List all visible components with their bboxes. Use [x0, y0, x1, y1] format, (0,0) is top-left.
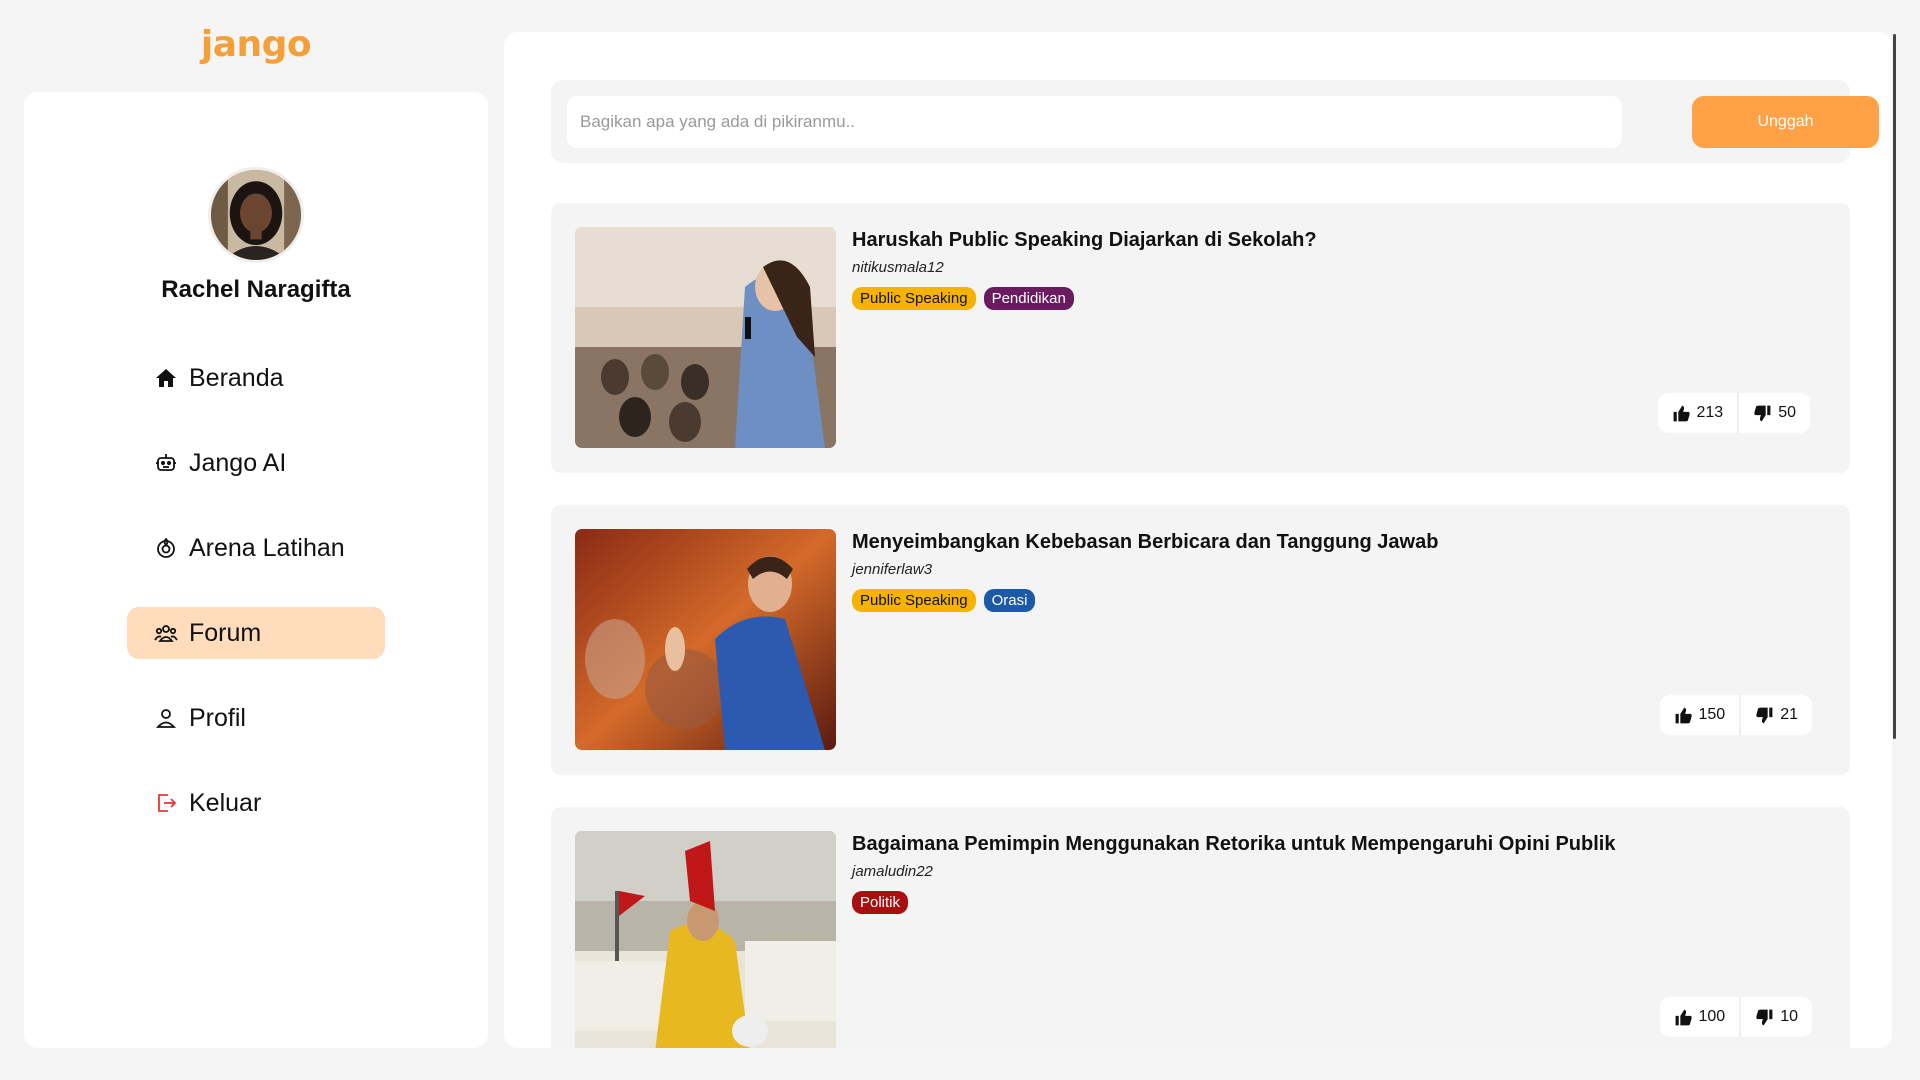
target-icon	[153, 535, 179, 561]
logout-icon	[153, 790, 179, 816]
sidebar-item-jango-ai[interactable]: Jango AI	[127, 437, 385, 489]
thumbs-up-icon	[1673, 405, 1690, 421]
post-author[interactable]: nitikusmala12	[852, 259, 944, 276]
home-icon	[153, 365, 179, 391]
tag-pendidikan[interactable]: Pendidikan	[983, 287, 1074, 310]
vote-group: 150 21	[1659, 695, 1812, 735]
main-scrollbar[interactable]	[1893, 34, 1896, 739]
sidebar-item-label: Arena Latihan	[189, 533, 345, 562]
sidebar-item-label: Jango AI	[189, 448, 287, 477]
sidebar-item-forum[interactable]: Forum	[127, 607, 385, 659]
forum-post[interactable]: Haruskah Public Speaking Diajarkan di Se…	[551, 203, 1850, 473]
upload-button[interactable]: Unggah	[1692, 96, 1879, 148]
sidebar-item-label: Beranda	[189, 363, 284, 392]
like-button[interactable]: 213	[1658, 393, 1738, 433]
post-thumbnail[interactable]	[575, 831, 836, 1048]
tag-public-speaking[interactable]: Public Speaking	[852, 287, 976, 310]
sidebar: Rachel Naragifta Beranda Jango AI Arena …	[24, 92, 488, 1048]
app-logo[interactable]: jango	[24, 24, 488, 74]
sidebar-item-arena-latihan[interactable]: Arena Latihan	[127, 522, 385, 574]
sidebar-item-label: Keluar	[189, 788, 262, 817]
post-thumbnail[interactable]	[575, 529, 836, 750]
tag-public-speaking[interactable]: Public Speaking	[852, 589, 976, 612]
dislike-button[interactable]: 50	[1737, 393, 1810, 433]
post-author[interactable]: jenniferlaw3	[852, 561, 932, 578]
post-input[interactable]	[567, 96, 1622, 148]
sidebar-item-label: Profil	[189, 703, 246, 732]
post-composer: Unggah	[551, 80, 1879, 163]
dislike-count: 10	[1780, 1008, 1798, 1025]
sidebar-nav: Beranda Jango AI Arena Latihan Forum Pro…	[127, 352, 385, 862]
like-count: 213	[1696, 404, 1724, 421]
sidebar-item-keluar[interactable]: Keluar	[127, 777, 385, 829]
post-tags: Public Speaking Orasi	[852, 589, 1036, 612]
user-name: Rachel Naragifta	[161, 276, 351, 303]
robot-icon	[153, 450, 179, 476]
dislike-button[interactable]: 10	[1739, 997, 1812, 1037]
post-title[interactable]: Haruskah Public Speaking Diajarkan di Se…	[852, 229, 1317, 252]
like-count: 150	[1698, 706, 1726, 723]
sidebar-item-profil[interactable]: Profil	[127, 692, 385, 744]
post-tags: Public Speaking Pendidikan	[852, 287, 1074, 310]
vote-group: 100 10	[1659, 997, 1812, 1037]
dislike-count: 50	[1778, 404, 1796, 421]
post-title[interactable]: Menyeimbangkan Kebebasan Berbicara dan T…	[852, 531, 1438, 554]
like-count: 100	[1698, 1008, 1726, 1025]
users-icon	[153, 620, 179, 646]
dislike-button[interactable]: 21	[1739, 695, 1812, 735]
tag-orasi[interactable]: Orasi	[983, 589, 1036, 612]
thumbs-down-icon	[1756, 1009, 1773, 1025]
like-button[interactable]: 100	[1660, 997, 1740, 1037]
avatar-image	[211, 170, 301, 260]
user-avatar[interactable]	[208, 167, 304, 263]
post-tags: Politik	[852, 891, 909, 914]
dislike-count: 21	[1780, 706, 1798, 723]
sidebar-item-label: Forum	[189, 618, 262, 647]
thumbs-down-icon	[1756, 707, 1773, 723]
post-title[interactable]: Bagaimana Pemimpin Menggunakan Retorika …	[852, 833, 1615, 856]
thumbs-up-icon	[1675, 1009, 1692, 1025]
thumbs-down-icon	[1754, 405, 1771, 421]
forum-post[interactable]: Menyeimbangkan Kebebasan Berbicara dan T…	[551, 505, 1850, 775]
post-thumbnail[interactable]	[575, 227, 836, 448]
forum-post[interactable]: Bagaimana Pemimpin Menggunakan Retorika …	[551, 807, 1850, 1048]
vote-group: 213 50	[1657, 393, 1810, 433]
post-author[interactable]: jamaludin22	[852, 863, 933, 880]
like-button[interactable]: 150	[1660, 695, 1740, 735]
forum-main: Unggah Haruskah Public Speaking Diajarka…	[504, 32, 1892, 1048]
thumbs-up-icon	[1675, 707, 1692, 723]
tag-politik[interactable]: Politik	[852, 891, 909, 914]
user-icon	[153, 705, 179, 731]
sidebar-item-beranda[interactable]: Beranda	[127, 352, 385, 404]
